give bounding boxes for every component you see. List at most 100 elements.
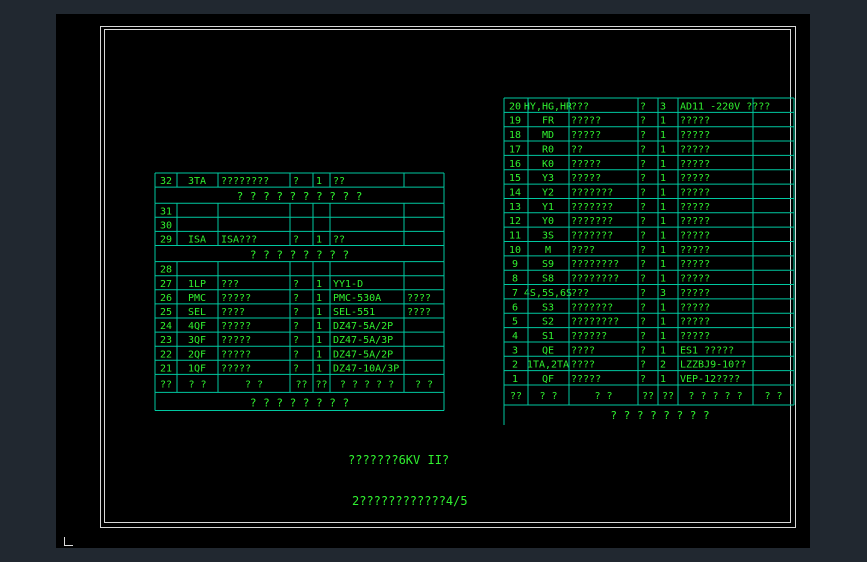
cell-qty: 1 xyxy=(660,274,666,285)
cell-name: ???????? xyxy=(571,259,619,270)
cell-code: S2 xyxy=(542,317,554,328)
cell-code: 1TA,2TA xyxy=(527,360,569,371)
cell-name: ???? xyxy=(571,245,595,256)
column-header: ? ? xyxy=(188,379,206,390)
cell-model: ????? xyxy=(680,216,710,227)
cell-name: ????? xyxy=(571,159,601,170)
cell-code: QF xyxy=(542,374,554,385)
cell-qty: 2 xyxy=(660,360,666,371)
cell-code: Y2 xyxy=(542,187,554,198)
cell-unit: ? xyxy=(640,187,646,198)
cell-unit: ? xyxy=(640,345,646,356)
cell-number: 13 xyxy=(509,202,521,213)
cell-code: S9 xyxy=(542,259,554,270)
cell-number: 14 xyxy=(509,187,521,198)
cell-number: 4 xyxy=(512,331,518,342)
cell-qty: 1 xyxy=(316,235,322,246)
cell-code: 3TA xyxy=(188,176,206,187)
cell-name: ???? xyxy=(571,360,595,371)
cell-remark: ???? xyxy=(407,307,431,318)
cell-name: ????? xyxy=(571,130,601,141)
cad-drawing: 32 3TA????????? 1??? ? ? ? ? ? ? ? ? ?3130… xyxy=(154,97,795,508)
cell-code: Y3 xyxy=(542,173,554,184)
cell-unit: ? xyxy=(640,231,646,242)
cell-model: ????? xyxy=(680,331,710,342)
cell-model: DZ47-10A/3P xyxy=(333,363,399,374)
cell-number: 10 xyxy=(509,245,521,256)
cell-model: ?? xyxy=(333,176,345,187)
cell-name: ??????? xyxy=(571,231,613,242)
cell-qty: 3 xyxy=(660,101,666,112)
cell-unit: ? xyxy=(640,245,646,256)
cell-code: M xyxy=(545,245,551,256)
left-component-table: 32 3TA????????? 1??? ? ? ? ? ? ? ? ? ?3130… xyxy=(154,172,445,411)
cell-code: SEL xyxy=(188,307,206,318)
cell-number: 3 xyxy=(512,345,518,356)
cell-qty: 1 xyxy=(316,349,322,360)
cell-qty: 1 xyxy=(316,335,322,346)
column-header: ?? xyxy=(160,379,172,390)
cell-model: ????? xyxy=(680,116,710,127)
cell-name: ??? xyxy=(571,101,589,112)
cell-qty: 1 xyxy=(660,187,666,198)
section-title: ? ? ? ? ? ? ? ? xyxy=(250,249,349,262)
cell-code: 1LP xyxy=(188,279,206,290)
cell-model: ????? xyxy=(680,144,710,155)
cell-code: Y1 xyxy=(542,202,554,213)
cell-unit: ? xyxy=(640,302,646,313)
cell-number: 1 xyxy=(512,374,518,385)
cell-remark: ???? xyxy=(407,293,431,304)
cell-number: 22 xyxy=(160,349,172,360)
cell-unit: ? xyxy=(640,331,646,342)
cell-code: 2QF xyxy=(188,349,206,360)
cell-qty: 1 xyxy=(660,245,666,256)
cell-qty: 1 xyxy=(660,159,666,170)
cell-unit: ? xyxy=(293,235,299,246)
cell-number: 28 xyxy=(160,265,172,276)
cell-code: HY,HG,HR xyxy=(524,101,573,112)
column-header: ? ? xyxy=(764,391,782,402)
cell-code: ISA xyxy=(188,235,206,246)
cell-unit: ? xyxy=(640,101,646,112)
cell-name: ?? xyxy=(571,144,583,155)
cell-unit: ? xyxy=(640,130,646,141)
cell-code: K0 xyxy=(542,159,554,170)
cell-name: ??????? xyxy=(571,302,613,313)
column-header: ?? xyxy=(315,379,327,390)
cell-name: ????? xyxy=(221,335,251,346)
cell-unit: ? xyxy=(640,159,646,170)
cell-model: ????? xyxy=(680,302,710,313)
cell-unit: ? xyxy=(640,274,646,285)
cell-unit: ? xyxy=(293,279,299,290)
cell-number: 7 xyxy=(512,288,518,299)
cell-unit: ? xyxy=(640,288,646,299)
cell-qty: 1 xyxy=(660,302,666,313)
column-header: ? ? xyxy=(594,391,612,402)
cell-unit: ? xyxy=(293,293,299,304)
cell-model: ????? xyxy=(680,274,710,285)
cell-qty: 1 xyxy=(660,130,666,141)
right-component-table: 20 HY,HG,HR???? 3 AD11 -220V ????19 FR??????… xyxy=(503,97,795,425)
cell-qty: 1 xyxy=(660,317,666,328)
cell-unit: ? xyxy=(640,259,646,270)
cell-code: Y0 xyxy=(542,216,554,227)
column-header: ?? xyxy=(642,391,654,402)
cell-model: ????? xyxy=(680,231,710,242)
cell-code: 3QF xyxy=(188,335,206,346)
cell-name: ???????? xyxy=(571,274,619,285)
cell-number: 19 xyxy=(509,116,521,127)
column-header: ?? xyxy=(295,379,307,390)
cell-code: S1 xyxy=(542,331,554,342)
cell-qty: 1 xyxy=(316,279,322,290)
cell-code: MD xyxy=(542,130,554,141)
cell-qty: 1 xyxy=(316,307,322,318)
cell-number: 20 xyxy=(509,101,521,112)
column-header: ? ? ? ? ? xyxy=(688,391,742,402)
cell-name: ????? xyxy=(221,349,251,360)
cell-model: ????? xyxy=(680,245,710,256)
cell-qty: 1 xyxy=(660,144,666,155)
cell-code: 1QF xyxy=(188,363,206,374)
cell-name: ????? xyxy=(221,363,251,374)
cell-unit: ? xyxy=(293,349,299,360)
cell-name: ISA??? xyxy=(221,235,257,246)
